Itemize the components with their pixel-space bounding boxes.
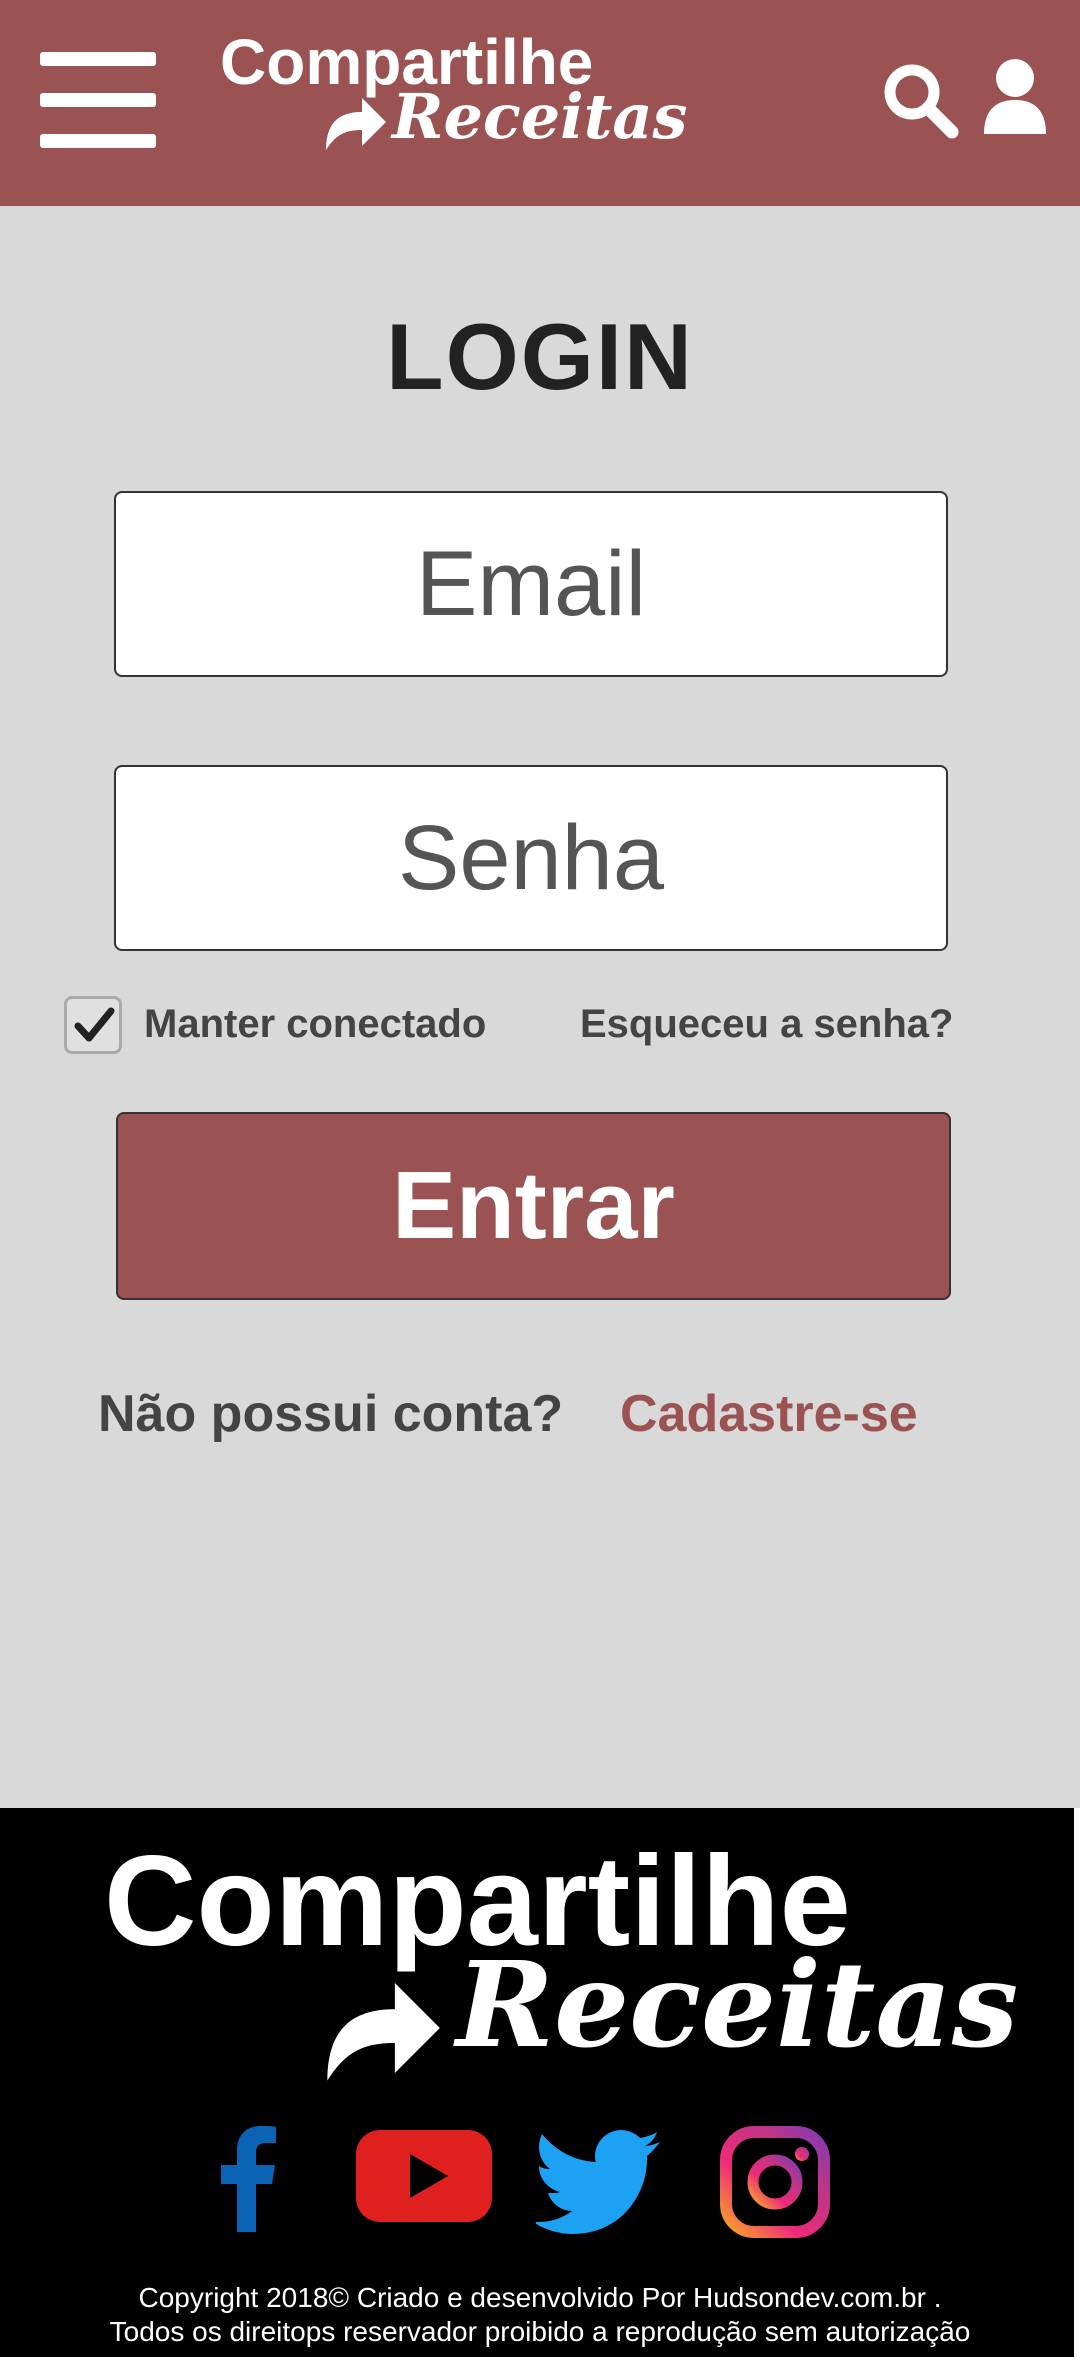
facebook-icon[interactable] — [218, 2126, 276, 2232]
share-arrow-icon — [326, 98, 386, 150]
login-button[interactable]: Entrar — [116, 1112, 951, 1300]
remember-label: Manter conectado — [144, 1002, 487, 1046]
checkmark-icon — [74, 1007, 115, 1042]
remember-checkbox[interactable] — [64, 996, 122, 1054]
footer-edge — [1074, 1808, 1080, 2357]
forgot-password-link[interactable]: Esqueceu a senha? — [580, 1002, 953, 1047]
signup-link[interactable]: Cadastre-se — [620, 1384, 918, 1444]
search-icon[interactable] — [880, 60, 960, 140]
rights-text: Todos os direitops reservador proibido a… — [109, 2316, 971, 2347]
youtube-icon[interactable] — [356, 2126, 492, 2226]
hamburger-menu-icon[interactable] — [40, 52, 156, 150]
share-arrow-icon — [327, 1983, 440, 2081]
no-account-text: Não possui conta? — [98, 1385, 564, 1443]
user-account-icon[interactable] — [982, 58, 1048, 136]
footer-logo: Compartilhe Receitas — [104, 1838, 1018, 2088]
email-field[interactable] — [114, 491, 948, 677]
instagram-icon[interactable] — [720, 2126, 830, 2238]
copyright-text: Copyright 2018© Criado e desenvolvido Po… — [138, 2282, 942, 2313]
page-title: LOGIN — [386, 304, 694, 409]
password-field[interactable] — [114, 765, 948, 951]
logo-receitas-text: Receitas — [392, 80, 688, 153]
header-logo[interactable]: Compartilhe Receitas — [220, 30, 687, 160]
top-bar: Compartilhe Receitas — [0, 0, 1080, 206]
twitter-icon[interactable] — [536, 2130, 662, 2234]
footer-logo-receitas-text: Receitas — [456, 1935, 1019, 2074]
